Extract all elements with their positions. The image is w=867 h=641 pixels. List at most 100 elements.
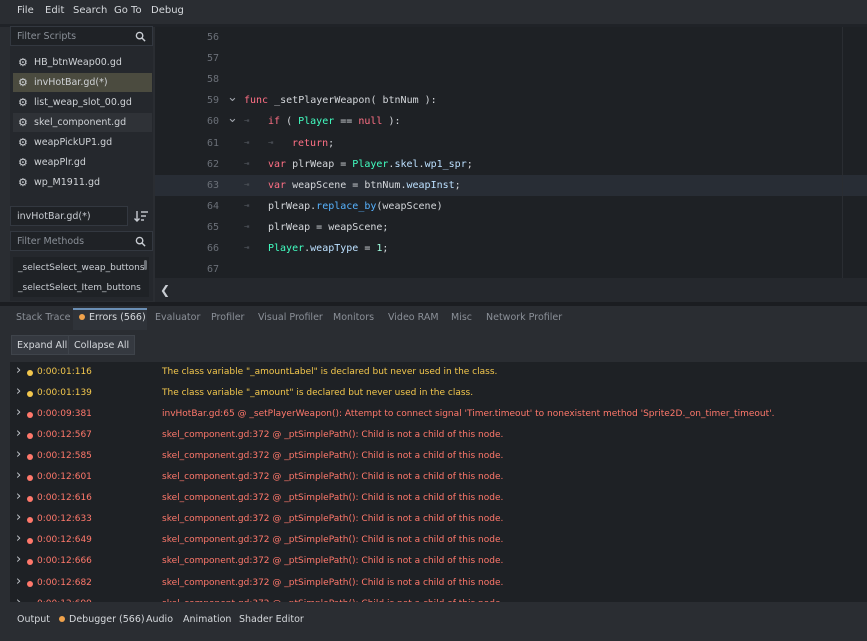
tab-label: Evaluator: [155, 312, 201, 323]
bottom-tab-audio[interactable]: Audio: [146, 614, 173, 625]
sort-icon: [134, 211, 148, 222]
code-line[interactable]: 60 ⌄ ⇥ if ( Player == null ):: [155, 111, 867, 132]
error-row[interactable]: › 0:00:12:633 skel_component.gd:372 @ _ptS…: [10, 509, 867, 530]
chevron-right-icon[interactable]: ›: [16, 405, 21, 420]
chevron-right-icon[interactable]: ›: [16, 552, 21, 567]
collapse-all-button[interactable]: Collapse All: [68, 335, 136, 355]
line-number: 64: [206, 200, 219, 212]
filter-methods-input[interactable]: Filter Methods: [10, 231, 153, 251]
chevron-down-icon[interactable]: ⌄: [227, 111, 238, 126]
code-line[interactable]: 66 ⇥ Player.weapType = 1;: [155, 238, 867, 259]
code-line[interactable]: 58: [155, 69, 867, 90]
error-timestamp: 0:00:01:139: [37, 388, 92, 399]
menu-bar: File Edit Search Go To Debug: [0, 0, 867, 24]
script-item[interactable]: ⚙ weapPickUP1.gd: [13, 133, 152, 152]
tab-label: Visual Profiler: [258, 312, 323, 323]
script-item[interactable]: ⚙ HB_btnWeap00.gd: [13, 53, 152, 72]
method-item[interactable]: _selectSelect_Item_buttons: [18, 283, 141, 293]
chevron-right-icon[interactable]: ›: [16, 595, 21, 602]
line-number: 58: [206, 74, 219, 86]
code-line[interactable]: 61 ⇥ ⇥ return;: [155, 133, 867, 154]
code-token: replace_by: [316, 200, 377, 212]
expand-all-button[interactable]: Expand All: [11, 335, 74, 355]
error-row[interactable]: › 0:00:12:649 skel_component.gd:372 @ _ptS…: [10, 530, 867, 551]
tab-misc[interactable]: Misc: [451, 312, 472, 323]
error-row[interactable]: › 0:00:12:567 skel_component.gd:372 @ _ptS…: [10, 425, 867, 446]
method-list: _selectSelect_weap_buttons _selectSelect…: [13, 257, 149, 297]
chevron-right-icon[interactable]: ›: [16, 531, 21, 546]
filter-scripts-input[interactable]: Filter Scripts: [10, 26, 153, 46]
chevron-right-icon[interactable]: ›: [16, 363, 21, 378]
menu-debug[interactable]: Debug: [151, 5, 184, 16]
line-number: 63: [206, 179, 219, 191]
error-row[interactable]: › 0:00:12:666 skel_component.gd:372 @ _ptS…: [10, 551, 867, 572]
code-line[interactable]: 62 ⇥ var plrWeap = Player.skel.wp1_spr;: [155, 154, 867, 175]
method-list-scrollbar[interactable]: [144, 260, 147, 270]
chevron-right-icon[interactable]: ›: [16, 384, 21, 399]
sort-button[interactable]: [131, 206, 153, 226]
script-item[interactable]: ⚙ skel_component.gd: [13, 113, 152, 132]
error-timestamp: 0:00:12:601: [37, 472, 92, 483]
tab-errors[interactable]: Errors (566): [79, 312, 146, 323]
chevron-right-icon[interactable]: ›: [16, 447, 21, 462]
error-row[interactable]: › 0:00:12:585 skel_component.gd:372 @ _ptS…: [10, 446, 867, 467]
code-token: _setPlayerWeapon( btnNum ):: [268, 95, 437, 107]
tab-evaluator[interactable]: Evaluator: [155, 312, 200, 323]
tab-visual[interactable]: Visual Profiler: [258, 312, 323, 323]
menu-goto[interactable]: Go To: [114, 5, 142, 16]
chevron-right-icon[interactable]: ›: [16, 468, 21, 483]
chevron-right-icon[interactable]: ›: [16, 510, 21, 525]
code-line[interactable]: 65 ⇥ plrWeap = weapScene;: [155, 217, 867, 238]
error-row[interactable]: › 0:00:01:139 The class variable "_amount"…: [10, 383, 867, 404]
error-row[interactable]: › 0:00:09:381 invHotBar.gd:65 @ _setPlayer…: [10, 404, 867, 425]
error-row[interactable]: › 0:00:12:682 skel_component.gd:372 @ _ptS…: [10, 573, 867, 594]
script-item-label: HB_btnWeap00.gd: [34, 57, 122, 68]
chevron-right-icon[interactable]: ›: [16, 574, 21, 589]
gear-icon: ⚙: [18, 156, 28, 169]
code-line[interactable]: 63 ⇥ var weapScene = btnNum.weapInst;: [155, 174, 867, 196]
script-item[interactable]: ⚙ wp_M1911.gd: [13, 173, 152, 192]
bottom-tab-label: Debugger (566): [69, 614, 145, 625]
menu-file[interactable]: File: [17, 5, 34, 16]
error-icon: [27, 475, 33, 482]
chevron-right-icon[interactable]: ›: [16, 426, 21, 441]
bottom-tab-debugger[interactable]: Debugger (566): [59, 614, 145, 625]
current-script-field[interactable]: invHotBar.gd(*): [10, 206, 128, 226]
bottom-tab-shader[interactable]: Shader Editor: [239, 614, 304, 625]
code-editor[interactable]: 56 57 58 59 ⌄ func _setPlayerWeapon( btnNum )…: [155, 27, 867, 278]
tab-network[interactable]: Network Profiler: [486, 312, 562, 323]
bottom-tab-animation[interactable]: Animation: [183, 614, 231, 625]
error-row[interactable]: ›0:00:12:699skel_component.gd:372 @ _ptS…: [10, 594, 867, 602]
chevron-down-icon[interactable]: ⌄: [227, 90, 238, 105]
error-row[interactable]: › 0:00:12:601 skel_component.gd:372 @ _ptS…: [10, 467, 867, 488]
tab-monitors[interactable]: Monitors: [333, 312, 374, 323]
code-line[interactable]: 67: [155, 259, 867, 278]
error-list: › 0:00:01:116 The class variable "_amountL…: [10, 362, 867, 602]
menu-edit[interactable]: Edit: [45, 5, 64, 16]
code-line[interactable]: 59 ⌄ func _setPlayerWeapon( btnNum ):: [155, 90, 867, 111]
bottom-tab-output[interactable]: Output: [17, 614, 50, 625]
indent-guide: ⇥: [244, 200, 250, 211]
code-token: func: [244, 95, 269, 107]
code-token: ;: [454, 179, 461, 191]
menu-search[interactable]: Search: [73, 5, 107, 16]
method-item[interactable]: _selectSelect_weap_buttons: [18, 263, 145, 273]
tab-profiler[interactable]: Profiler: [211, 312, 244, 323]
script-item-label: invHotBar.gd(*): [34, 77, 108, 88]
tab-video[interactable]: Video RAM: [388, 312, 439, 323]
tab-stack[interactable]: Stack Trace: [16, 312, 71, 323]
code-line[interactable]: 56: [155, 27, 867, 48]
script-item[interactable]: ⚙ list_weap_slot_00.gd: [13, 93, 152, 112]
error-row[interactable]: › 0:00:12:616 skel_component.gd:372 @ _ptS…: [10, 488, 867, 509]
indent-guide: ⇥: [244, 116, 250, 127]
chevron-right-icon[interactable]: ›: [16, 489, 21, 504]
code-token: ;: [382, 243, 389, 254]
chevron-left-icon[interactable]: ❮: [160, 283, 170, 297]
script-item[interactable]: ⚙ weapPlr.gd: [13, 153, 152, 172]
gear-icon: ⚙: [18, 136, 28, 149]
script-item[interactable]: ⚙ invHotBar.gd(*): [13, 73, 152, 92]
code-line[interactable]: 64 ⇥ plrWeap.replace_by(weapScene): [155, 196, 867, 217]
error-timestamp: 0:00:12:682: [37, 577, 92, 588]
code-line[interactable]: 57: [155, 48, 867, 69]
error-row[interactable]: › 0:00:01:116 The class variable "_amountL…: [10, 362, 867, 383]
